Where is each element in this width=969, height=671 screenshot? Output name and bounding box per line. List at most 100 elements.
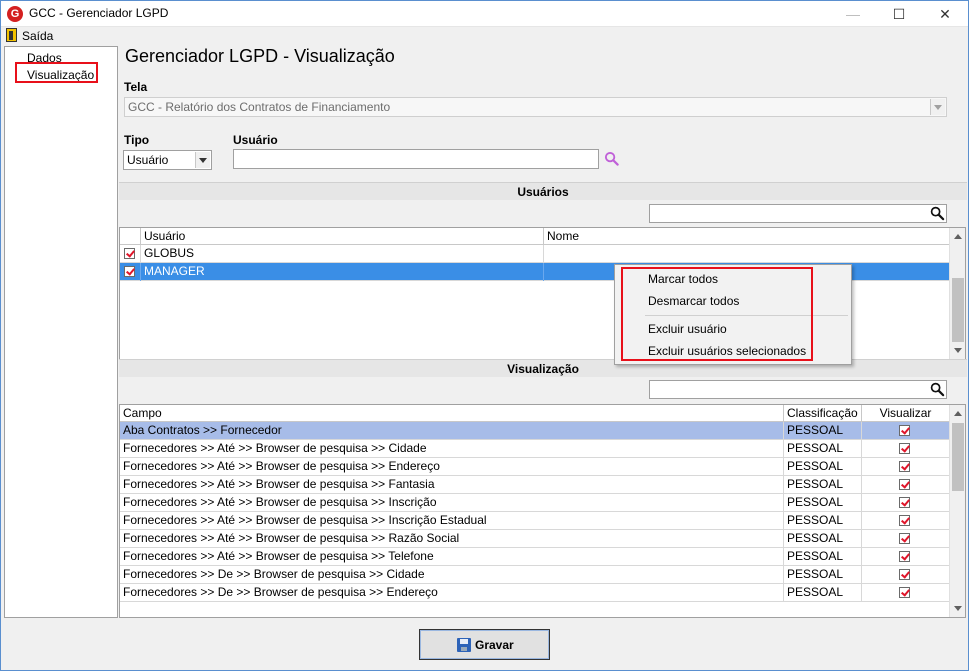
cell-classificacao: PESSOAL [784,494,862,512]
maximize-icon[interactable]: ☐ [876,1,922,27]
column-campo[interactable]: Campo [120,405,784,422]
table-row[interactable]: GLOBUS [120,245,949,263]
cell-classificacao: PESSOAL [784,548,862,566]
selection-highlight [15,62,98,83]
cell-classificacao: PESSOAL [784,512,862,530]
menu-exit[interactable]: Saída [22,29,53,43]
search-icon[interactable] [604,151,619,166]
table-row[interactable]: Fornecedores >> Até >> Browser de pesqui… [120,512,949,530]
table-row[interactable]: Fornecedores >> Até >> Browser de pesqui… [120,494,949,512]
checkbox[interactable] [899,479,910,490]
view-filter-input[interactable] [649,380,947,399]
view-scrollbar[interactable] [949,405,965,617]
checkbox[interactable] [899,533,910,544]
usuario-label: Usuário [233,133,278,147]
tela-select-value: GCC - Relatório dos Contratos de Financi… [128,100,391,114]
cell-nome [544,245,949,263]
search-icon[interactable] [930,382,945,397]
cell-visualizar [862,458,949,476]
save-button[interactable]: Gravar [419,629,550,660]
checkbox[interactable] [899,443,910,454]
cell-campo: Fornecedores >> De >> Browser de pesquis… [120,584,784,602]
cell-visualizar [862,566,949,584]
users-section-title: Usuários [119,182,967,200]
floppy-disk-icon [457,638,471,652]
tela-label: Tela [124,80,148,94]
checkbox[interactable] [899,497,910,508]
table-row[interactable]: Fornecedores >> Até >> Browser de pesqui… [120,440,949,458]
tipo-label: Tipo [124,133,150,147]
save-button-label: Gravar [475,638,514,652]
checkbox[interactable] [899,515,910,526]
table-row[interactable]: Aba Contratos >> Fornecedor PESSOAL [120,422,949,440]
checkbox[interactable] [124,266,135,277]
window-title: GCC - Gerenciador LGPD [29,6,169,20]
header-check-column [120,228,141,245]
cell-visualizar [862,584,949,602]
title-bar[interactable]: G GCC - Gerenciador LGPD — ☐ ✕ [1,1,968,27]
table-row[interactable]: Fornecedores >> Até >> Browser de pesqui… [120,476,949,494]
table-row[interactable]: Fornecedores >> De >> Browser de pesquis… [120,584,949,602]
table-row[interactable]: Fornecedores >> De >> Browser de pesquis… [120,566,949,584]
users-filter-input[interactable] [649,204,947,223]
scroll-down-icon[interactable] [954,606,962,611]
cell-classificacao: PESSOAL [784,566,862,584]
column-classificacao[interactable]: Classificação [784,405,862,422]
cell-campo: Fornecedores >> Até >> Browser de pesqui… [120,548,784,566]
tela-select[interactable]: GCC - Relatório dos Contratos de Financi… [124,97,947,117]
cell-campo: Fornecedores >> Até >> Browser de pesqui… [120,476,784,494]
tipo-select-value: Usuário [127,153,169,167]
exit-door-icon[interactable] [6,28,17,42]
cell-visualizar [862,494,949,512]
checkbox[interactable] [899,569,910,580]
scroll-up-icon[interactable] [954,411,962,416]
view-grid-header: Campo Classificação Visualizar [120,405,949,422]
column-nome[interactable]: Nome [544,228,949,245]
users-grid-header: Usuário Nome [120,228,949,245]
table-row[interactable]: Fornecedores >> Até >> Browser de pesqui… [120,548,949,566]
scroll-down-icon[interactable] [954,348,962,353]
view-grid: Campo Classificação Visualizar Aba Contr… [119,404,966,618]
selection-highlight [621,267,813,361]
checkbox[interactable] [899,551,910,562]
checkbox[interactable] [899,587,910,598]
usuario-input[interactable] [233,149,599,169]
page-title: Gerenciador LGPD - Visualização [125,46,395,66]
tipo-select[interactable]: Usuário [123,150,212,170]
cell-visualizar [862,512,949,530]
cell-campo: Fornecedores >> Até >> Browser de pesqui… [120,440,784,458]
cell-classificacao: PESSOAL [784,530,862,548]
scroll-up-icon[interactable] [954,234,962,239]
chevron-down-icon[interactable] [930,99,945,115]
navigation-tree: Dados Visualização [4,46,118,618]
cell-visualizar [862,548,949,566]
checkbox[interactable] [124,248,135,259]
cell-classificacao: PESSOAL [784,422,862,440]
cell-campo: Fornecedores >> Até >> Browser de pesqui… [120,458,784,476]
search-icon[interactable] [930,206,945,221]
table-row[interactable]: Fornecedores >> Até >> Browser de pesqui… [120,458,949,476]
scroll-thumb[interactable] [952,278,964,342]
cell-classificacao: PESSOAL [784,440,862,458]
column-usuario[interactable]: Usuário [141,228,544,245]
users-scrollbar[interactable] [949,228,965,359]
row-check-cell [120,263,141,281]
cell-campo: Fornecedores >> De >> Browser de pesquis… [120,566,784,584]
checkbox[interactable] [899,425,910,436]
minimize-icon[interactable]: — [830,1,876,27]
scroll-thumb[interactable] [952,423,964,491]
chevron-down-icon[interactable] [195,152,210,168]
close-icon[interactable]: ✕ [922,1,968,27]
app-logo-icon: G [7,6,23,22]
checkbox[interactable] [899,461,910,472]
cell-visualizar [862,440,949,458]
table-row[interactable]: Fornecedores >> Até >> Browser de pesqui… [120,530,949,548]
cell-visualizar [862,422,949,440]
row-check-cell [120,245,141,263]
column-visualizar[interactable]: Visualizar [862,405,949,422]
cell-campo: Aba Contratos >> Fornecedor [120,422,784,440]
cell-usuario: GLOBUS [141,245,544,263]
cell-campo: Fornecedores >> Até >> Browser de pesqui… [120,530,784,548]
menu-bar: Saída [1,27,968,45]
cell-usuario: MANAGER [141,263,544,281]
